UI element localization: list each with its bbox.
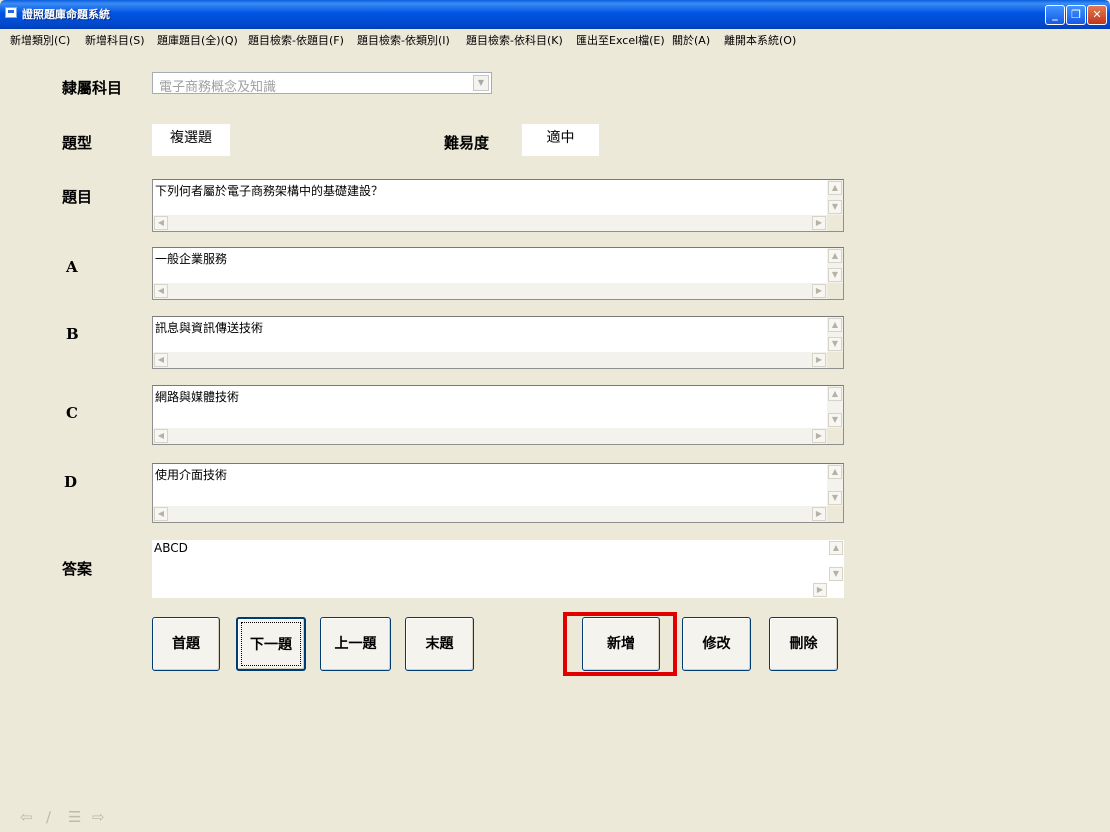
title-bar: 證照題庫命題系統 _ ❐ ✕ <box>0 0 1110 29</box>
option-a-label: A <box>66 258 78 276</box>
scroll-corner <box>827 506 843 522</box>
scroll-left-icon[interactable]: ◀ <box>154 216 168 230</box>
menu-search-by-subject[interactable]: 題目檢索-依科目(K) <box>466 32 563 48</box>
scroll-up-icon[interactable]: ▲ <box>828 465 842 479</box>
option-c-textarea[interactable]: 網路與媒體技術 ▲ ▼ ◀ ▶ <box>152 385 844 445</box>
horizontal-scrollbar[interactable]: ▶ <box>152 582 828 598</box>
scroll-left-icon[interactable]: ◀ <box>154 507 168 521</box>
scroll-up-icon[interactable]: ▲ <box>828 387 842 401</box>
scroll-down-icon[interactable]: ▼ <box>828 491 842 505</box>
last-question-button[interactable]: 末題 <box>405 617 474 671</box>
add-button-highlight <box>563 612 677 676</box>
type-value: 複選題 <box>152 124 230 156</box>
horizontal-scrollbar[interactable]: ◀ ▶ <box>153 352 827 368</box>
subject-dropdown[interactable]: 電子商務概念及知識 ▼ <box>152 72 492 95</box>
scroll-corner <box>828 582 844 598</box>
scroll-left-icon[interactable]: ◀ <box>154 429 168 443</box>
question-label: 題目 <box>62 188 93 206</box>
edit-button[interactable]: 修改 <box>682 617 751 671</box>
vertical-scrollbar[interactable]: ▲ ▼ <box>827 386 843 428</box>
answer-label: 答案 <box>62 560 93 578</box>
scroll-corner <box>827 283 843 299</box>
scroll-down-icon[interactable]: ▼ <box>828 200 842 214</box>
vertical-scrollbar[interactable]: ▲ ▼ <box>827 464 843 506</box>
scroll-up-icon[interactable]: ▲ <box>829 541 843 555</box>
menu-about[interactable]: 關於(A) <box>672 32 710 48</box>
prev-question-button[interactable]: 上一題 <box>320 617 391 671</box>
forward-arrow-icon[interactable]: ⇨ <box>92 808 105 826</box>
menu-all-questions[interactable]: 題庫題目(全)(Q) <box>157 32 238 48</box>
scroll-corner <box>827 428 843 444</box>
option-b-label: B <box>66 325 79 343</box>
scroll-corner <box>827 215 843 231</box>
scroll-right-icon[interactable]: ▶ <box>812 429 826 443</box>
option-a-textarea[interactable]: 一般企業服務 ▲ ▼ ◀ ▶ <box>152 247 844 300</box>
list-icon[interactable]: ☰ <box>68 808 81 826</box>
difficulty-value: 適中 <box>522 124 599 156</box>
menu-exit[interactable]: 離開本系統(O) <box>724 32 796 48</box>
window-title: 證照題庫命題系統 <box>22 8 110 21</box>
option-d-label: D <box>64 473 78 491</box>
horizontal-scrollbar[interactable]: ◀ ▶ <box>153 283 827 299</box>
menu-add-subject[interactable]: 新增科目(S) <box>85 32 145 48</box>
answer-text: ABCD <box>154 541 188 555</box>
menu-add-category[interactable]: 新增類別(C) <box>10 32 70 48</box>
app-form-icon[interactable] <box>5 7 17 18</box>
scroll-right-icon[interactable]: ▶ <box>812 284 826 298</box>
scroll-right-icon[interactable]: ▶ <box>812 353 826 367</box>
minimize-button[interactable]: _ <box>1045 5 1065 25</box>
option-c-text: 網路與媒體技術 <box>155 390 240 404</box>
scroll-right-icon[interactable]: ▶ <box>812 216 826 230</box>
scroll-down-icon[interactable]: ▼ <box>828 337 842 351</box>
scroll-left-icon[interactable]: ◀ <box>154 284 168 298</box>
scroll-corner <box>827 352 843 368</box>
scroll-right-icon[interactable]: ▶ <box>812 507 826 521</box>
pencil-icon[interactable]: ∕ <box>46 808 51 826</box>
scroll-left-icon[interactable]: ◀ <box>154 353 168 367</box>
menu-export-excel[interactable]: 匯出至Excel檔(E) <box>576 32 665 48</box>
back-arrow-icon[interactable]: ⇦ <box>20 808 33 826</box>
menu-search-by-category[interactable]: 題目檢索-依類別(I) <box>357 32 450 48</box>
vertical-scrollbar[interactable]: ▲ ▼ <box>827 248 843 283</box>
scroll-up-icon[interactable]: ▲ <box>828 249 842 263</box>
horizontal-scrollbar[interactable]: ◀ ▶ <box>153 428 827 444</box>
option-d-text: 使用介面技術 <box>155 468 228 482</box>
vertical-scrollbar[interactable]: ▲ ▼ <box>827 180 843 215</box>
question-text: 下列何者屬於電子商務架構中的基礎建設？ <box>155 184 384 198</box>
delete-button[interactable]: 刪除 <box>769 617 838 671</box>
vertical-scrollbar[interactable]: ▲ ▼ <box>827 317 843 352</box>
scroll-down-icon[interactable]: ▼ <box>828 268 842 282</box>
scroll-right-icon[interactable]: ▶ <box>813 583 827 597</box>
answer-textarea[interactable]: ABCD ▲ ▼ ▶ <box>152 540 844 598</box>
scroll-up-icon[interactable]: ▲ <box>828 318 842 332</box>
menu-bar: 新增類別(C) 新增科目(S) 題庫題目(全)(Q) 題目檢索-依題目(F) 題… <box>0 29 1110 48</box>
difficulty-label: 難易度 <box>444 134 490 152</box>
close-button[interactable]: ✕ <box>1087 5 1107 25</box>
horizontal-scrollbar[interactable]: ◀ ▶ <box>153 506 827 522</box>
type-label: 題型 <box>62 134 93 152</box>
scroll-up-icon[interactable]: ▲ <box>828 181 842 195</box>
horizontal-scrollbar[interactable]: ◀ ▶ <box>153 215 827 231</box>
option-b-text: 訊息與資訊傳送技術 <box>155 321 264 335</box>
vertical-scrollbar[interactable]: ▲ ▼ <box>828 540 844 582</box>
option-b-textarea[interactable]: 訊息與資訊傳送技術 ▲ ▼ ◀ ▶ <box>152 316 844 369</box>
first-question-button[interactable]: 首題 <box>152 617 220 671</box>
subject-value: 電子商務概念及知識 <box>159 80 277 95</box>
scroll-down-icon[interactable]: ▼ <box>828 413 842 427</box>
menu-search-by-question[interactable]: 題目檢索-依題目(F) <box>248 32 344 48</box>
next-question-button[interactable]: 下一題 <box>236 617 306 671</box>
option-d-textarea[interactable]: 使用介面技術 ▲ ▼ ◀ ▶ <box>152 463 844 523</box>
option-c-label: C <box>66 404 78 422</box>
scroll-down-icon[interactable]: ▼ <box>829 567 843 581</box>
option-a-text: 一般企業服務 <box>155 252 228 266</box>
subject-label: 隸屬科目 <box>62 79 123 97</box>
chevron-down-icon[interactable]: ▼ <box>473 75 489 91</box>
maximize-button[interactable]: ❐ <box>1066 5 1086 25</box>
question-textarea[interactable]: 下列何者屬於電子商務架構中的基礎建設？ ▲ ▼ ◀ ▶ <box>152 179 844 232</box>
